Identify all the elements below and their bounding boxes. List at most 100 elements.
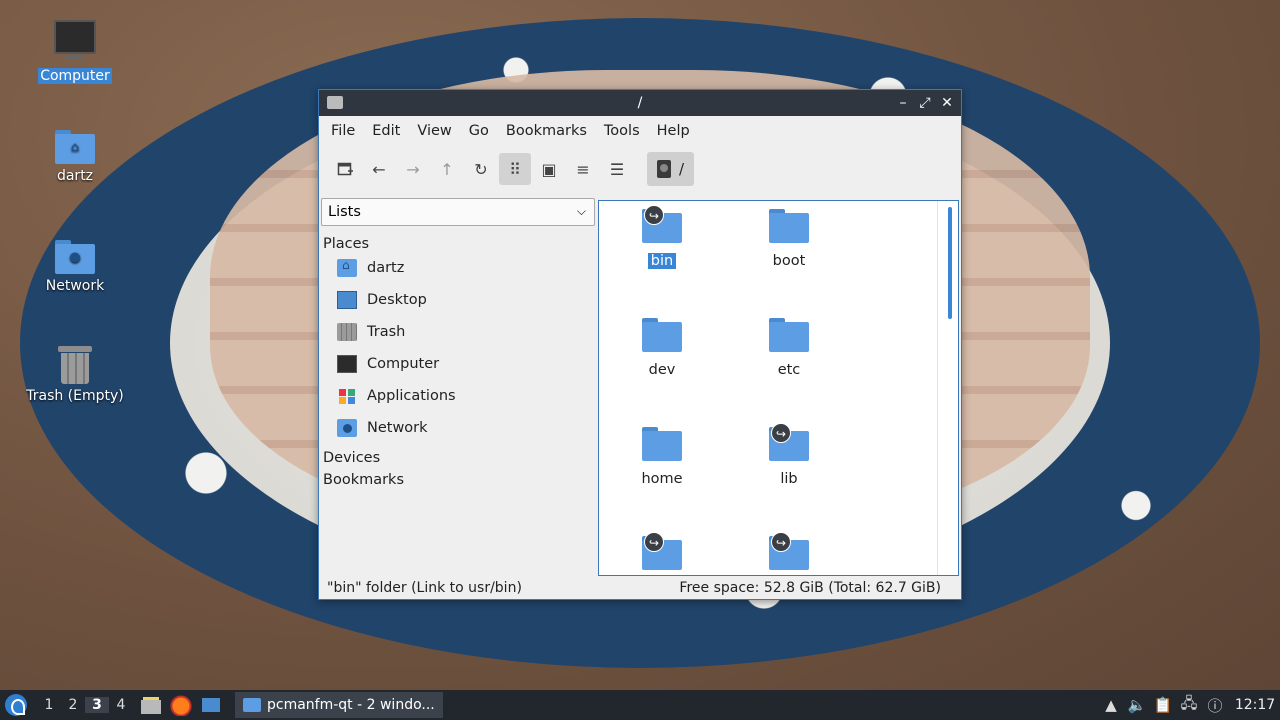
file-item[interactable]: ↪ [739, 532, 839, 575]
place-label: dartz [367, 260, 405, 276]
menu-go[interactable]: Go [461, 123, 497, 139]
workspace-2[interactable]: 2 [61, 697, 85, 713]
menu-help[interactable]: Help [649, 123, 698, 139]
file-item[interactable]: ↪ [612, 532, 712, 575]
devices-header[interactable]: Devices [321, 450, 595, 466]
network-icon [337, 419, 357, 437]
place-network[interactable]: Network [321, 412, 595, 444]
taskbar-window-button[interactable]: pcmanfm-qt - 2 windo... [235, 692, 443, 718]
symlink-icon: ↪ [771, 532, 791, 552]
vertical-scrollbar[interactable] [948, 207, 952, 319]
status-selection: "bin" folder (Link to usr/bin) [327, 580, 522, 596]
show-desktop-icon[interactable] [199, 694, 223, 716]
file-name: lib [780, 471, 798, 487]
home-folder-icon [337, 258, 357, 277]
firefox-launcher-icon[interactable] [169, 694, 193, 716]
minimize-button[interactable]: – [895, 93, 911, 113]
clock[interactable]: 12:17 [1230, 697, 1280, 713]
file-item-boot[interactable]: boot [739, 209, 839, 269]
file-name: boot [772, 253, 806, 269]
status-free-space: Free space: 52.8 GiB (Total: 62.7 GiB) [679, 580, 941, 596]
folder-icon [243, 698, 261, 712]
trash-icon [58, 346, 92, 384]
clipboard-icon[interactable]: 📋 [1152, 694, 1174, 716]
applications-icon [337, 387, 357, 405]
file-item-home[interactable]: home [612, 427, 712, 487]
desktop-icon-label: Network [45, 278, 105, 294]
place-applications[interactable]: Applications [321, 380, 595, 412]
close-button[interactable]: ✕ [939, 93, 955, 113]
file-manager-launcher-icon[interactable] [139, 694, 163, 716]
computer-icon [54, 20, 96, 60]
menubar: File Edit View Go Bookmarks Tools Help [319, 116, 961, 146]
place-trash[interactable]: Trash [321, 316, 595, 348]
thumbnail-view-button[interactable]: ▣ [533, 153, 565, 185]
place-desktop[interactable]: Desktop [321, 284, 595, 316]
new-tab-button[interactable] [329, 153, 361, 185]
place-label: Trash [367, 324, 406, 340]
tray-expand-icon[interactable]: ▲ [1100, 694, 1122, 716]
side-pane-mode-value: Lists [328, 204, 361, 220]
side-pane-mode-select[interactable]: Lists ⌵ [321, 198, 595, 226]
menu-bookmarks[interactable]: Bookmarks [498, 123, 595, 139]
desktop-icon-dartz[interactable]: ⌂ dartz [20, 130, 130, 184]
place-dartz[interactable]: dartz [321, 252, 595, 284]
home-folder-icon: ⌂ [55, 130, 95, 164]
folder-app-icon [327, 96, 343, 109]
place-label: Applications [367, 388, 456, 404]
folder-icon [769, 318, 809, 352]
workspace-3[interactable]: 3 [85, 697, 109, 713]
place-computer[interactable]: Computer [321, 348, 595, 380]
workspace-4[interactable]: 4 [109, 697, 133, 713]
symlink-icon: ↪ [644, 205, 664, 225]
maximize-button[interactable]: ⤢ [917, 93, 933, 113]
places-header[interactable]: Places [321, 236, 595, 252]
symlink-icon: ↪ [771, 423, 791, 443]
folder-icon [769, 209, 809, 243]
desktop-icon-computer[interactable]: Computer [20, 20, 130, 84]
window-titlebar[interactable]: / – ⤢ ✕ [319, 90, 961, 116]
volume-icon[interactable]: 🔈 [1126, 694, 1148, 716]
forward-button[interactable]: → [397, 153, 429, 185]
icon-view-button[interactable]: ⠿ [499, 153, 531, 185]
file-item-bin[interactable]: ↪ bin [612, 205, 712, 269]
file-item-dev[interactable]: dev [612, 318, 712, 378]
menu-file[interactable]: File [323, 123, 363, 139]
desktop-icon-label: Trash (Empty) [26, 388, 124, 404]
menu-tools[interactable]: Tools [596, 123, 648, 139]
menu-edit[interactable]: Edit [364, 123, 408, 139]
file-item-lib[interactable]: ↪ lib [739, 423, 839, 487]
file-name: dev [648, 362, 676, 378]
desktop-icon-network[interactable]: ● Network [20, 240, 130, 294]
file-view[interactable]: ↪ bin boot dev etc home ↪ lib ↪ ↪ [598, 200, 959, 576]
back-button[interactable]: ← [363, 153, 395, 185]
place-label: Desktop [367, 292, 427, 308]
network-status-icon[interactable]: 🖧 [1178, 694, 1200, 716]
toolbar: ← → ↑ ↻ ⠿ ▣ ≡ ☰ / [319, 146, 961, 192]
computer-icon [337, 355, 357, 373]
file-manager-window: / – ⤢ ✕ File Edit View Go Bookmarks Tool… [318, 89, 962, 600]
file-name: etc [777, 362, 801, 378]
task-label: pcmanfm-qt - 2 windo... [267, 697, 435, 713]
compact-view-button[interactable]: ≡ [567, 153, 599, 185]
path-button-root[interactable]: / [647, 152, 695, 186]
symlink-icon: ↪ [644, 532, 664, 552]
workspace-1[interactable]: 1 [37, 697, 61, 713]
folder-icon [642, 318, 682, 352]
file-name: home [641, 471, 683, 487]
side-pane: Lists ⌵ Places dartz Desktop Trash Compu… [321, 198, 595, 576]
detailed-view-button[interactable]: ☰ [601, 153, 633, 185]
bookmarks-header[interactable]: Bookmarks [321, 472, 595, 488]
reload-button[interactable]: ↻ [465, 153, 497, 185]
window-title: / [637, 95, 643, 111]
place-label: Network [367, 420, 428, 436]
menu-view[interactable]: View [409, 123, 459, 139]
up-button[interactable]: ↑ [431, 153, 463, 185]
start-menu-button[interactable] [5, 694, 27, 716]
desktop-icon-label: dartz [56, 168, 94, 184]
file-item-etc[interactable]: etc [739, 318, 839, 378]
new-tab-icon [337, 162, 353, 176]
desktop-icon-trash[interactable]: Trash (Empty) [20, 346, 130, 404]
update-notifier-icon[interactable]: ⓘ [1204, 694, 1226, 716]
desktop-icon [337, 291, 357, 309]
